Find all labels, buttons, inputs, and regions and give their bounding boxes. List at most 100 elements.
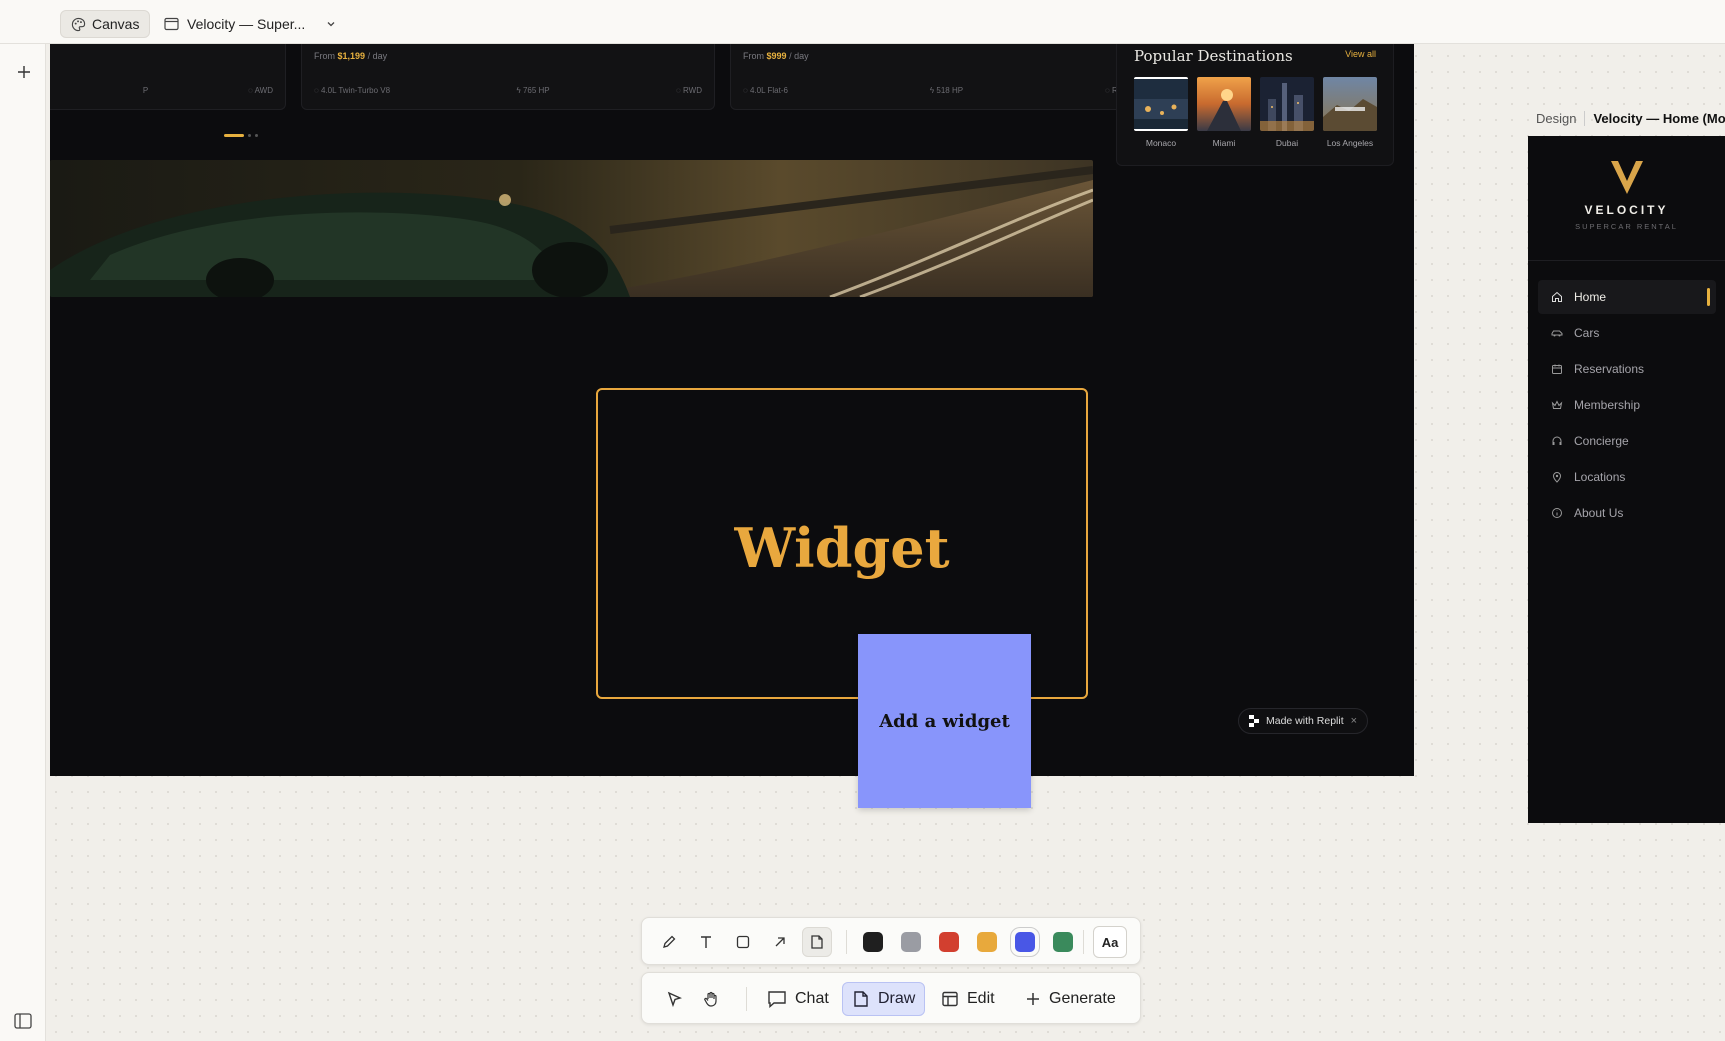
destination-name: Dubai (1275, 138, 1299, 148)
pen-tool-button[interactable] (654, 927, 684, 957)
close-icon[interactable]: × (1351, 715, 1357, 727)
chat-mode-button[interactable]: Chat (758, 982, 838, 1016)
hero-image (50, 160, 1093, 297)
nav-label: Concierge (1574, 434, 1629, 448)
nav-item-home[interactable]: Home (1538, 280, 1716, 314)
home-icon (1552, 291, 1562, 302)
car-engine: ◌ 4.0L Flat-6 (743, 86, 788, 95)
destination-name: Miami (1212, 138, 1236, 148)
calendar-icon (1552, 364, 1562, 374)
map-pin-icon (1552, 472, 1562, 483)
canvas-tab[interactable]: Canvas (60, 10, 151, 38)
color-swatch-black[interactable] (863, 932, 883, 952)
note-icon (811, 935, 823, 949)
edit-mode-button[interactable]: Edit (932, 982, 1004, 1016)
car-card[interactable]: P ◌ AWD (50, 44, 286, 110)
carousel-dot[interactable] (248, 134, 251, 137)
window-icon (164, 17, 179, 31)
draw-mode-button[interactable]: Draw (842, 982, 926, 1016)
palette-icon (71, 17, 86, 31)
rectangle-tool-button[interactable] (728, 927, 758, 957)
project-selector[interactable]: Velocity — Super... (158, 10, 343, 38)
color-swatch-blue[interactable] (1010, 927, 1040, 957)
carousel-dot[interactable] (255, 134, 258, 137)
sticky-note[interactable]: Add a widget (858, 634, 1031, 808)
car-drive-label: RWD (683, 86, 702, 95)
destination-item-dubai[interactable]: Dubai (1260, 77, 1314, 148)
generate-label: Generate (1049, 990, 1116, 1007)
drawing-toolbar: Aa (641, 917, 1141, 965)
engine-icon: ◌ (314, 86, 321, 95)
carousel-dot-active[interactable] (224, 134, 244, 137)
color-swatch-orange[interactable] (977, 932, 997, 952)
car-card[interactable]: From $1,199 / day ◌ 4.0L Twin-Turbo V8 ϟ… (301, 44, 715, 110)
text-style-button[interactable]: Aa (1093, 926, 1127, 958)
generate-mode-button[interactable]: Generate (1016, 982, 1125, 1016)
nav-label: Locations (1574, 470, 1626, 484)
divider (746, 987, 747, 1011)
nav-item-concierge[interactable]: Concierge (1538, 424, 1716, 458)
car-icon (1551, 330, 1563, 337)
main-artboard[interactable]: P ◌ AWD From $1,199 / day ◌ 4.0L Twin-Tu… (50, 44, 1414, 776)
nav-label: About Us (1574, 506, 1624, 520)
car-power: P (142, 86, 149, 95)
widget-title: Widget (734, 516, 950, 580)
color-swatch-red[interactable] (939, 932, 959, 952)
nav-item-about-us[interactable]: About Us (1538, 496, 1716, 530)
engine-icon: ◌ (743, 86, 750, 95)
add-button[interactable] (8, 56, 40, 88)
car-power: ϟ 765 HP (516, 86, 549, 95)
view-all-link[interactable]: View all (1345, 49, 1376, 59)
car-engine-label: 4.0L Flat-6 (749, 86, 788, 95)
brand-subtitle: SUPERCAR RENTAL (1575, 222, 1678, 231)
drive-icon: ◌ (1105, 86, 1113, 95)
plus-icon (18, 66, 30, 78)
price-amount: $999 (766, 51, 787, 61)
price-suffix: / day (789, 51, 809, 61)
color-swatch-gray[interactable] (901, 932, 921, 952)
made-with-replit-badge[interactable]: Made with Replit × (1238, 708, 1369, 734)
car-power: ϟ 518 HP (930, 86, 963, 95)
nav-label: Reservations (1574, 362, 1645, 376)
car-specs: ◌ 4.0L Twin-Turbo V8 ϟ 765 HP ◌ RWD (314, 86, 702, 95)
nav-item-cars[interactable]: Cars (1538, 316, 1716, 350)
color-swatch-green[interactable] (1053, 932, 1073, 952)
hand-tool-button[interactable] (693, 982, 729, 1016)
left-rail (0, 0, 46, 1041)
destination-name: Monaco (1145, 138, 1177, 148)
car-card[interactable]: From $999 / day ◌ 4.0L Flat-6 ϟ 518 HP ◌… (730, 44, 1144, 110)
mockup-title: Velocity — Home (Moc (1593, 110, 1725, 126)
plus-icon (1027, 993, 1039, 1005)
destination-item-miami[interactable]: Miami (1197, 77, 1251, 148)
destination-name: Los Angeles (1326, 138, 1374, 148)
car-engine-label: 4.0L Twin-Turbo V8 (320, 86, 391, 95)
destination-item-monaco[interactable]: Monaco (1134, 77, 1188, 148)
brand-name: VELOCITY (1584, 203, 1669, 217)
select-tool-button[interactable] (656, 982, 692, 1016)
velocity-logo-icon (1611, 161, 1643, 194)
arrow-tool-button[interactable] (765, 927, 795, 957)
car-specs: P ◌ AWD (50, 86, 273, 95)
design-tag: Design (1528, 110, 1586, 126)
carousel-dots[interactable] (224, 134, 258, 137)
divider (1083, 930, 1084, 954)
nav-item-membership[interactable]: Membership (1538, 388, 1716, 422)
nav-item-locations[interactable]: Locations (1538, 460, 1716, 494)
destination-thumbnail (1134, 77, 1188, 131)
chevron-down-icon (327, 22, 335, 27)
nav-item-reservations[interactable]: Reservations (1538, 352, 1716, 386)
text-tool-button[interactable] (691, 927, 721, 957)
sticky-tool-button[interactable] (802, 927, 832, 957)
mockup-label[interactable]: Design Velocity — Home (Moc (1528, 104, 1725, 132)
home-mockup-artboard[interactable]: VELOCITY SUPERCAR RENTAL Home Cars Reser… (1528, 136, 1725, 823)
replit-icon (1249, 715, 1259, 727)
sidebar-toggle-icon (14, 1013, 32, 1029)
car-power-label: 518 HP (936, 86, 964, 95)
mode-toolbar: Chat Draw Edit Generate (641, 972, 1141, 1024)
destination-item-los-angeles[interactable]: Los Angeles (1323, 77, 1377, 148)
popular-destinations-panel: Popular Destinations View all Monaco Mia… (1116, 44, 1394, 166)
divider (846, 930, 847, 954)
square-icon (736, 935, 750, 949)
panel-toggle-button[interactable] (10, 1008, 36, 1034)
nav-label: Membership (1574, 398, 1641, 412)
